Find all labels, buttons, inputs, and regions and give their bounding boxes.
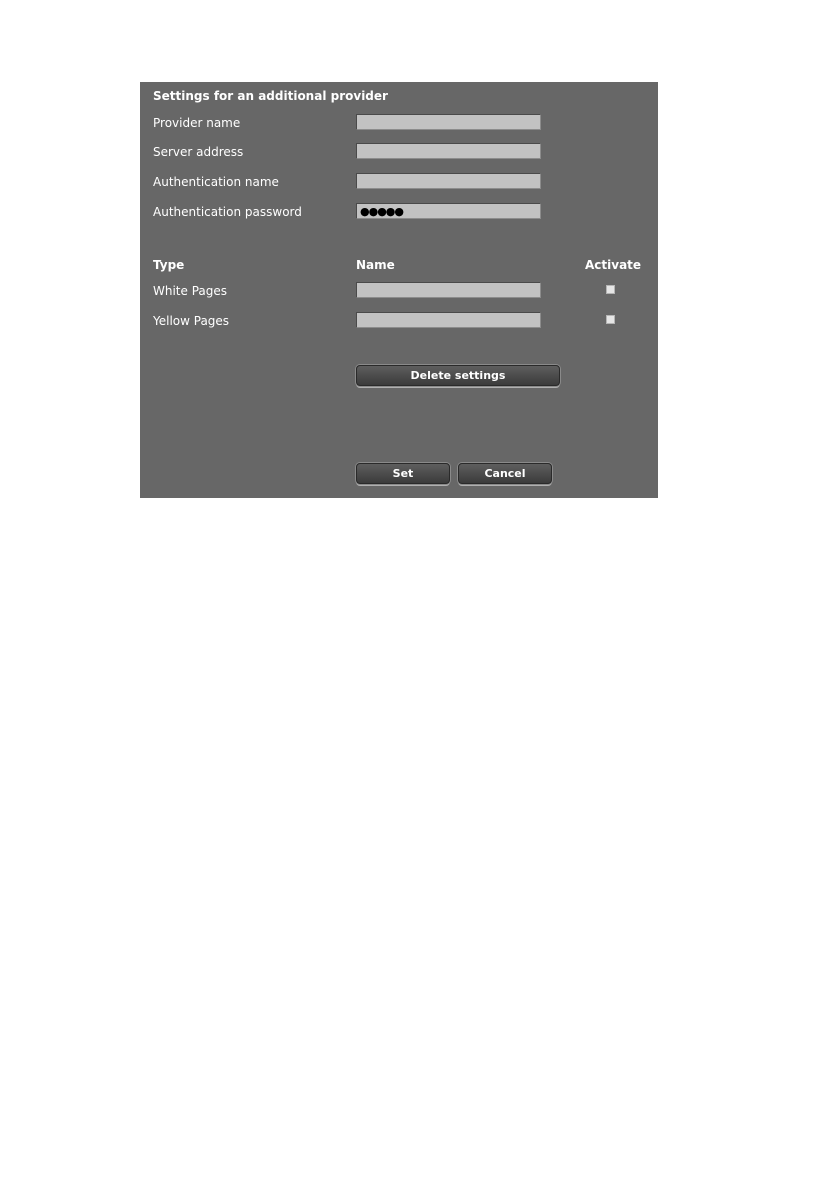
activate-column-header: Activate bbox=[585, 258, 642, 272]
yellow-pages-type-label: Yellow Pages bbox=[153, 314, 230, 328]
cancel-button[interactable]: Cancel bbox=[458, 463, 552, 484]
authentication-password-input[interactable] bbox=[356, 203, 541, 219]
white-pages-type-label: White Pages bbox=[153, 284, 228, 298]
delete-settings-button[interactable]: Delete settings bbox=[356, 365, 560, 386]
white-pages-activate-checkbox[interactable] bbox=[606, 285, 615, 294]
authentication-password-label: Authentication password bbox=[153, 205, 302, 219]
type-column-header: Type bbox=[153, 258, 185, 272]
authentication-name-label: Authentication name bbox=[153, 175, 279, 189]
name-column-header: Name bbox=[356, 258, 395, 272]
panel-title: Settings for an additional provider bbox=[153, 89, 388, 103]
yellow-pages-name-input[interactable] bbox=[356, 312, 541, 328]
server-address-input[interactable] bbox=[356, 143, 541, 159]
provider-name-input[interactable] bbox=[356, 114, 541, 130]
yellow-pages-activate-checkbox[interactable] bbox=[606, 315, 615, 324]
server-address-label: Server address bbox=[153, 145, 244, 159]
authentication-name-input[interactable] bbox=[356, 173, 541, 189]
set-button[interactable]: Set bbox=[356, 463, 450, 484]
provider-settings-panel: Settings for an additional provider Prov… bbox=[140, 82, 658, 498]
white-pages-name-input[interactable] bbox=[356, 282, 541, 298]
provider-name-label: Provider name bbox=[153, 116, 241, 130]
